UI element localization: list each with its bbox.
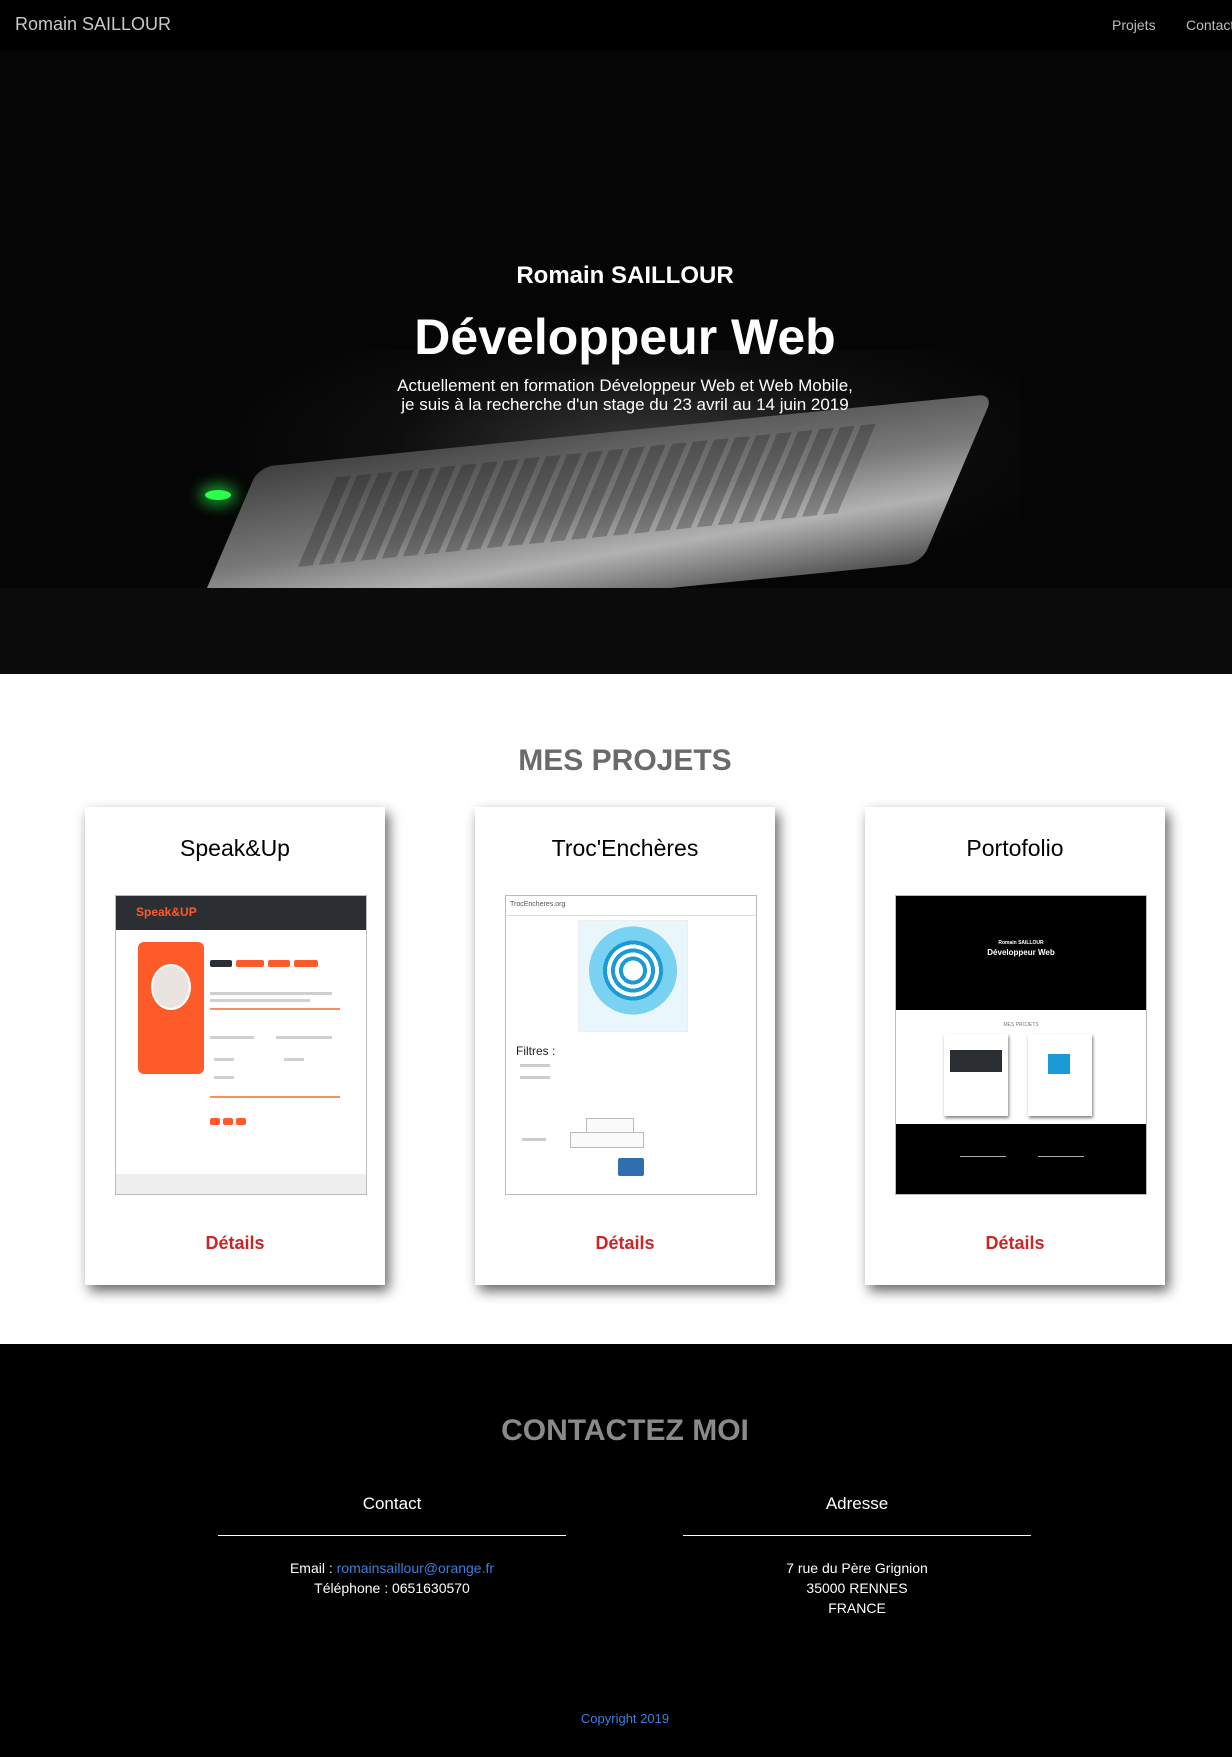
thumb-tab [210, 960, 232, 967]
thumb-text [522, 1138, 546, 1141]
project-thumbnail-trocencheres[interactable]: TrocEncheres.org Filtres : [505, 895, 757, 1195]
thumb-hero: Romain SAILLOUR Développeur Web [896, 896, 1146, 1010]
thumb-filters-label: Filtres : [516, 1044, 556, 1058]
thumb-divider [210, 1008, 340, 1010]
hero-subtitle-line-2: je suis à la recherche d'un stage du 23 … [401, 395, 849, 414]
phone-value: 0651630570 [391, 1580, 470, 1596]
thumb-text [520, 1076, 550, 1079]
email-row: Email : romainsaillour@orange.fr [218, 1558, 566, 1578]
thumb-tab [294, 960, 318, 967]
details-link-speakup[interactable]: Détails [85, 1233, 385, 1254]
project-card-portofolio: Portofolio Romain SAILLOUR Développeur W… [865, 807, 1165, 1285]
projects-title: MES PROJETS [518, 744, 732, 777]
thumb-text [214, 1076, 234, 1079]
contact-column-text: Email : romainsaillour@orange.fr Télépho… [218, 1558, 566, 1598]
projects-section: MES PROJETS Speak&Up Speak&UP Détails Tr… [0, 674, 1232, 1344]
project-thumbnail-portofolio[interactable]: Romain SAILLOUR Développeur Web MES PROJ… [895, 895, 1147, 1195]
details-link-portofolio[interactable]: Détails [865, 1233, 1165, 1254]
thumb-troc-logo [578, 920, 688, 1032]
address-line-2: 35000 RENNES [806, 1580, 908, 1596]
thumb-mini-card [1028, 1034, 1092, 1116]
hero-subtitle-line-1: Actuellement en formation Développeur We… [397, 376, 853, 395]
thumb-category-select [570, 1132, 644, 1148]
hero-green-light [205, 490, 231, 500]
address-line-3: FRANCE [828, 1600, 886, 1616]
thumb-header: TrocEncheres.org [506, 896, 756, 916]
phone-row: Téléphone : 0651630570 [218, 1578, 566, 1598]
thumb-avatar [151, 964, 191, 1010]
thumb-tag [223, 1118, 233, 1125]
address-column-text: 7 rue du Père Grignion 35000 RENNES FRAN… [683, 1558, 1031, 1618]
contact-section: CONTACTEZ MOI Contact Email : romainsail… [0, 1344, 1232, 1757]
thumb-text [214, 1058, 234, 1061]
thumb-mini-image [950, 1050, 1002, 1072]
thumb-hero-title: Développeur Web [987, 948, 1055, 957]
hero-name: Romain SAILLOUR [516, 262, 734, 289]
project-title: Portofolio [966, 835, 1064, 861]
thumb-divider [210, 1096, 340, 1098]
address-line-1: 7 rue du Père Grignion [786, 1560, 928, 1576]
thumb-divider [960, 1156, 1006, 1157]
navbar: Romain SAILLOUR Projets Contact [0, 0, 1232, 50]
thumb-tab [236, 960, 264, 967]
thumb-search-button [618, 1158, 644, 1176]
contact-column-title: Contact [362, 1494, 422, 1513]
thumb-hero-name: Romain SAILLOUR [998, 940, 1044, 946]
project-card-speakup: Speak&Up Speak&UP Détails [85, 807, 385, 1285]
hero-subtitle: Actuellement en formation Développeur We… [0, 376, 1232, 414]
thumb-mini-card [944, 1034, 1008, 1116]
thumb-contact [896, 1124, 1146, 1194]
contact-title: CONTACTEZ MOI [501, 1414, 749, 1447]
hero-bottom-band [0, 588, 1232, 674]
project-title: Speak&Up [180, 835, 290, 861]
thumb-header: Speak&UP [116, 896, 366, 930]
copyright: Copyright 2019 [580, 1711, 670, 1726]
nav-link-projets[interactable]: Projets [1112, 17, 1156, 33]
hero-title: Développeur Web [414, 309, 836, 365]
thumb-text [520, 1064, 550, 1067]
project-title: Troc'Enchères [551, 835, 699, 861]
thumb-profile-card [138, 942, 204, 1074]
thumb-text [276, 1036, 332, 1039]
thumb-logo: TrocEncheres.org [510, 901, 566, 908]
address-column-title: Adresse [825, 1494, 889, 1513]
details-link-trocencheres[interactable]: Détails [475, 1233, 775, 1254]
thumb-text [210, 1036, 254, 1039]
project-thumbnail-speakup[interactable]: Speak&UP [115, 895, 367, 1195]
thumb-tag [210, 1118, 220, 1125]
address-column-divider [683, 1535, 1031, 1536]
thumb-projects-title: MES PROJETS [1003, 1022, 1039, 1028]
thumb-logo: Speak&UP [136, 905, 197, 919]
thumb-footer [116, 1174, 366, 1194]
project-card-trocencheres: Troc'Enchères TrocEncheres.org Filtres :… [475, 807, 775, 1285]
hero-section: Romain SAILLOUR Développeur Web Actuelle… [0, 50, 1232, 674]
thumb-text [284, 1058, 304, 1061]
thumb-tag [236, 1118, 246, 1125]
contact-column-divider [218, 1535, 566, 1536]
thumb-text [210, 992, 332, 995]
thumb-text [210, 999, 310, 1002]
thumb-mini-image [1048, 1054, 1070, 1074]
email-link[interactable]: romainsaillour@orange.fr [337, 1560, 494, 1576]
phone-label: Téléphone : [314, 1580, 392, 1596]
brand-link[interactable]: Romain SAILLOUR [15, 14, 171, 35]
thumb-tab [268, 960, 290, 967]
thumb-divider [1038, 1156, 1084, 1157]
email-label: Email : [289, 1560, 337, 1576]
nav-link-contact[interactable]: Contact [1186, 17, 1232, 33]
